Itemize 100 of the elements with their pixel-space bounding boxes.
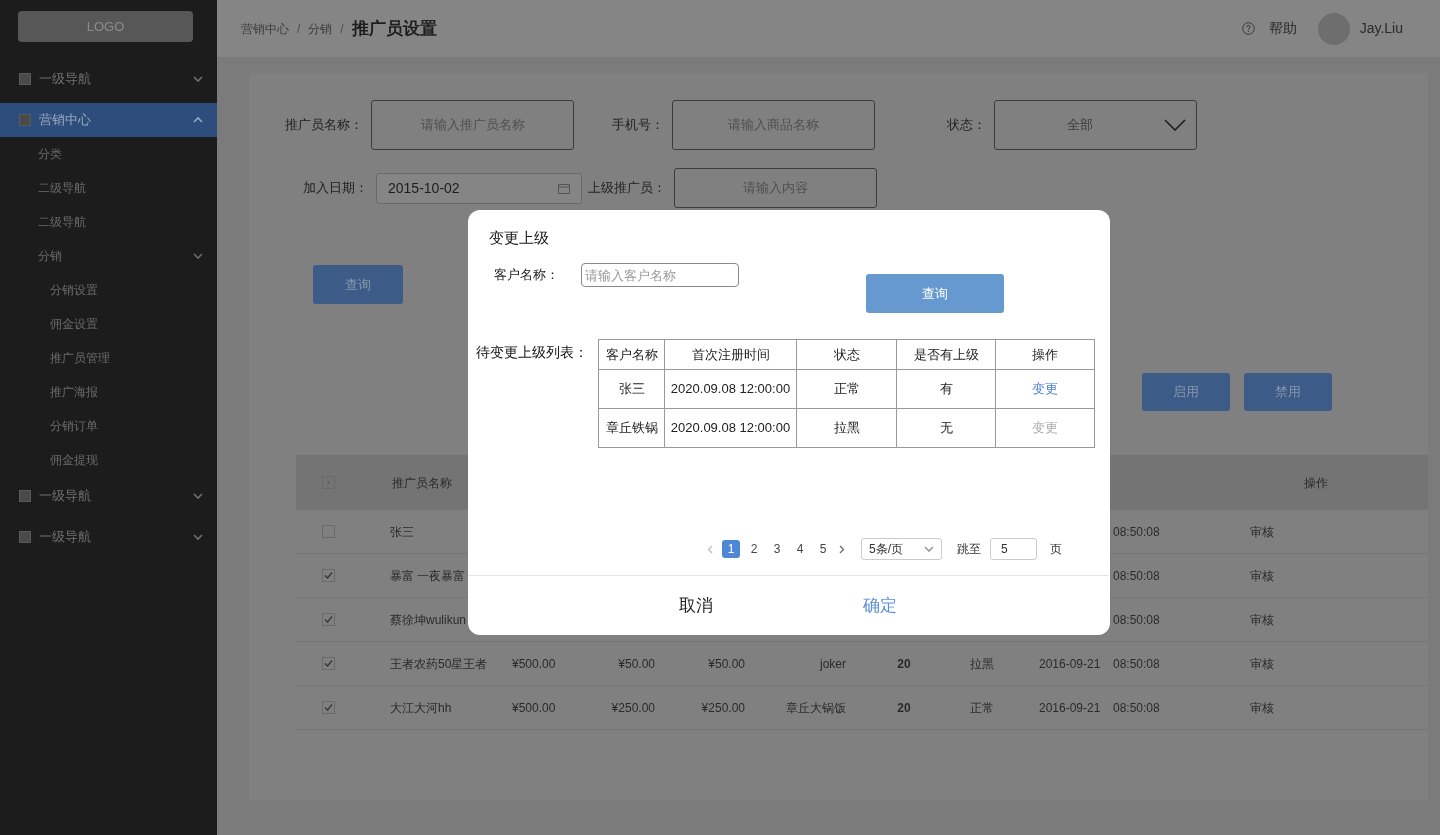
page-button[interactable]: 3 (768, 540, 786, 558)
sidebar-item[interactable]: 佣金提现 (0, 443, 217, 477)
page-button[interactable]: 2 (745, 540, 763, 558)
sidebar-item[interactable]: 分类 (0, 137, 217, 171)
sidebar-item[interactable]: 推广海报 (0, 375, 217, 409)
action-button[interactable]: 禁用 (1244, 373, 1332, 411)
table-cell: 章丘铁锅 (598, 408, 665, 448)
square-icon (19, 531, 31, 543)
confirm-button[interactable]: 确定 (830, 587, 930, 624)
page-title: 推广员设置 (351, 17, 437, 40)
table-cell: 正常 (970, 700, 994, 715)
page-button[interactable]: 1 (722, 540, 740, 558)
chevron-down-icon (193, 492, 203, 500)
chevron-left-icon (707, 544, 713, 554)
table-cell-text: 08:50:08 (1113, 523, 1160, 541)
chevron-right-icon (839, 544, 845, 554)
table-cell: 王者农药50星王者 (390, 656, 488, 671)
table-cell: 2016-09-21 (1039, 656, 1101, 671)
sidebar-item[interactable]: 佣金设置 (0, 307, 217, 341)
table-cell-text: 08:50:08 (1113, 655, 1160, 673)
checkbox[interactable] (322, 657, 335, 670)
field-label: 加入日期： (302, 179, 368, 198)
table-cell: 有 (896, 369, 996, 409)
column-header: 推广员名称 (392, 475, 452, 490)
sidebar-item[interactable]: 二级导航 (0, 205, 217, 239)
table-cell: 蔡徐坤wulikun (390, 612, 467, 627)
table-cell: ¥500.00 (512, 656, 556, 671)
breadcrumb-link[interactable]: 营销中心 (241, 19, 289, 38)
column-header: 客户名称 (598, 339, 665, 370)
sidebar-item[interactable]: 分销设置 (0, 273, 217, 307)
cancel-button[interactable]: 取消 (646, 587, 746, 624)
table-cell-text: 08:50:08 (1113, 699, 1160, 717)
field-label: 上级推广员： (587, 179, 666, 198)
status-select[interactable]: 全部 (994, 100, 1197, 150)
column-header: 操作 (1304, 474, 1328, 492)
table-cell: ¥50.00 (708, 656, 745, 671)
input-field[interactable]: 请输入客户名称 (581, 263, 739, 287)
help-link[interactable]: 帮助 (1268, 18, 1297, 39)
checkbox[interactable] (322, 701, 335, 714)
list-label: 待变更上级列表： (476, 343, 589, 362)
sidebar-item[interactable]: 二级导航 (0, 171, 217, 205)
jump-label: 跳至 (957, 541, 981, 558)
page-button[interactable]: 5 (814, 540, 832, 558)
column-header: 首次注册时间 (664, 339, 797, 370)
table-cell: ¥50.00 (618, 656, 655, 671)
calendar-icon (558, 182, 570, 194)
table-cell-text: 08:50:08 (1113, 611, 1160, 629)
breadcrumb-link[interactable]: 分销 (308, 19, 333, 38)
column-header: 是否有上级 (896, 339, 996, 370)
column-header: 状态 (796, 339, 897, 370)
date-field[interactable]: 2015-10-02 (376, 172, 582, 204)
field-label: 客户名称： (494, 266, 560, 284)
table-cell: 张三 (390, 524, 414, 539)
checkbox[interactable] (322, 569, 335, 582)
chevron-down-icon (193, 75, 203, 83)
square-icon (19, 490, 31, 502)
action-button[interactable]: 启用 (1142, 373, 1230, 411)
square-icon (19, 73, 31, 85)
chevron-down-icon (193, 533, 203, 541)
table-cell: 2020.09.08 12:00:00 (664, 408, 797, 448)
page-input[interactable]: 5 (990, 538, 1037, 560)
table-cell: 暴富 一夜暴富 (390, 568, 466, 583)
table-cell: 2016-09-21 (1039, 700, 1101, 715)
sidebar-item[interactable]: 分销订单 (0, 409, 217, 443)
help-icon (1241, 22, 1255, 35)
table-cell: joker (820, 656, 846, 671)
checkbox[interactable] (322, 613, 335, 626)
chevron-up-icon (193, 116, 203, 124)
square-icon (19, 114, 31, 126)
review-link[interactable]: 审核 (1250, 566, 1274, 585)
breadcrumb-separator: / (297, 20, 301, 38)
dialog-title: 变更上级 (488, 228, 550, 247)
chevron-down-icon (924, 545, 934, 553)
change-link: 变更 (1032, 420, 1058, 436)
page-size-select[interactable]: 5条/页 (861, 538, 942, 560)
chevron-down-icon (193, 252, 203, 260)
page-button[interactable]: 4 (791, 540, 809, 558)
table-cell: 大江大河hh (390, 700, 452, 715)
review-link[interactable]: 审核 (1250, 654, 1274, 673)
table-cell: 20 (897, 700, 911, 715)
review-link[interactable]: 审核 (1250, 698, 1274, 717)
sidebar-item[interactable]: 营销中心 (0, 103, 217, 137)
review-link[interactable]: 审核 (1250, 610, 1274, 629)
table-cell: ¥250.00 (701, 700, 745, 715)
search-button[interactable]: 查询 (313, 265, 403, 304)
column-header: 操作 (995, 339, 1095, 370)
table-cell: ¥500.00 (512, 700, 556, 715)
sidebar-item[interactable]: 推广员管理 (0, 341, 217, 375)
table-cell: 张三 (598, 369, 665, 409)
change-link[interactable]: 变更 (1032, 381, 1058, 397)
table-cell: ¥250.00 (611, 700, 655, 715)
select-all-checkbox[interactable] (322, 476, 335, 489)
table-cell: 正常 (796, 369, 897, 409)
field-label: 状态： (946, 116, 986, 135)
user-name: Jay.Liu (1359, 19, 1403, 38)
review-link[interactable]: 审核 (1250, 522, 1274, 541)
chevron-down-icon (1164, 119, 1186, 131)
sidebar-item[interactable]: 分销 (0, 239, 217, 273)
breadcrumb-separator: / (340, 20, 344, 38)
search-button[interactable]: 查询 (866, 274, 1004, 313)
